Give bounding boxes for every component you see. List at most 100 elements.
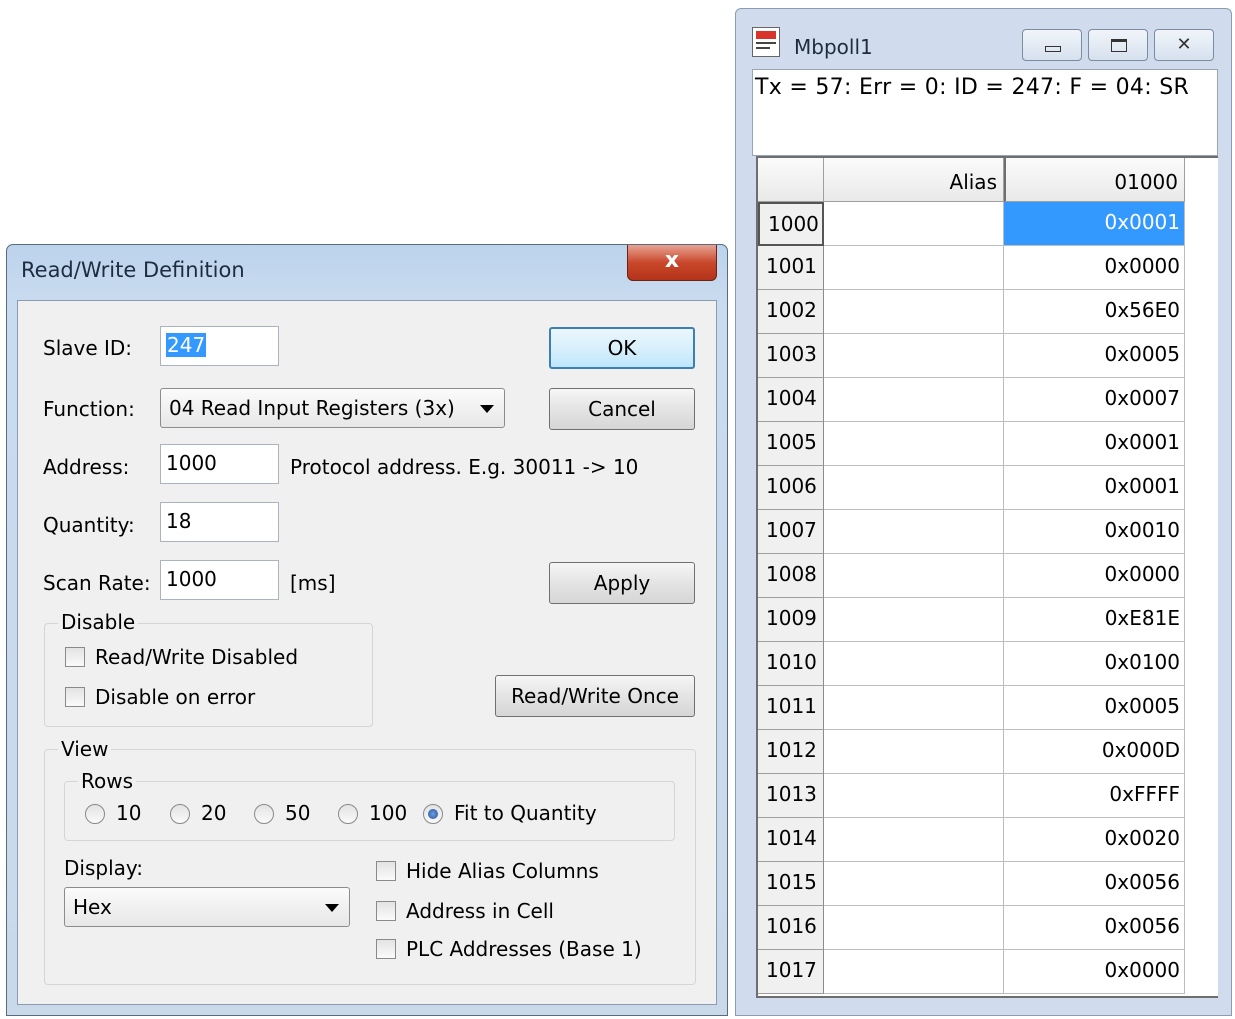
value-cell[interactable]: 0x0100: [1004, 642, 1185, 686]
minimize-icon: [1045, 46, 1061, 52]
value-cell[interactable]: 0x0000: [1004, 950, 1185, 994]
display-label: Display:: [64, 856, 144, 880]
value-cell[interactable]: 0xE81E: [1004, 598, 1185, 642]
disable-on-error-label: Disable on error: [95, 685, 256, 709]
alias-cell[interactable]: [824, 334, 1004, 378]
disable-on-error-checkbox[interactable]: [65, 687, 85, 707]
row-address[interactable]: 1003: [758, 334, 824, 378]
row-address[interactable]: 1000: [758, 202, 824, 246]
value-cell[interactable]: 0x0056: [1004, 906, 1185, 950]
row-address[interactable]: 1012: [758, 730, 824, 774]
display-select[interactable]: Hex: [64, 887, 350, 927]
apply-button[interactable]: Apply: [549, 562, 695, 604]
alias-cell[interactable]: [824, 422, 1004, 466]
value-cell[interactable]: 0x0000: [1004, 554, 1185, 598]
slave-id-field[interactable]: 247: [160, 326, 279, 366]
row-address[interactable]: 1017: [758, 950, 824, 994]
address-in-cell-label: Address in Cell: [406, 899, 554, 923]
dialog-client-area: Slave ID: 247 Function: 04 Read Input Re…: [17, 300, 717, 1005]
alias-cell[interactable]: [824, 950, 1004, 994]
minimize-button[interactable]: [1022, 29, 1082, 61]
hide-alias-columns-checkbox[interactable]: [376, 861, 396, 881]
row-address[interactable]: 1015: [758, 862, 824, 906]
close-button[interactable]: x: [627, 245, 717, 281]
row-address[interactable]: 1004: [758, 378, 824, 422]
address-field[interactable]: 1000: [160, 444, 279, 484]
quantity-label: Quantity:: [43, 513, 135, 537]
alias-cell[interactable]: [824, 466, 1004, 510]
rows-100-radio[interactable]: [338, 804, 358, 824]
rows-100-label: 100: [369, 801, 408, 825]
alias-cell[interactable]: [824, 906, 1004, 950]
status-panel: Tx = 57: Err = 0: ID = 247: F = 04: SR: [752, 69, 1218, 156]
read-write-once-button[interactable]: Read/Write Once: [495, 675, 695, 717]
alias-cell[interactable]: [824, 378, 1004, 422]
rows-10-label: 10: [116, 801, 142, 825]
row-address[interactable]: 1013: [758, 774, 824, 818]
restore-button[interactable]: [1088, 29, 1148, 61]
cancel-button[interactable]: Cancel: [549, 388, 695, 430]
plc-addresses-label: PLC Addresses (Base 1): [406, 937, 642, 961]
value-cell[interactable]: 0x0005: [1004, 686, 1185, 730]
alias-cell[interactable]: [824, 598, 1004, 642]
value-cell[interactable]: 0x000D: [1004, 730, 1185, 774]
rows-10-radio[interactable]: [85, 804, 105, 824]
row-address[interactable]: 1007: [758, 510, 824, 554]
alias-cell[interactable]: [824, 686, 1004, 730]
alias-cell[interactable]: [824, 290, 1004, 334]
alias-cell[interactable]: [824, 730, 1004, 774]
row-address[interactable]: 1016: [758, 906, 824, 950]
rows-20-radio[interactable]: [170, 804, 190, 824]
value-cell[interactable]: 0x0007: [1004, 378, 1185, 422]
function-select[interactable]: 04 Read Input Registers (3x): [160, 388, 505, 428]
alias-cell[interactable]: [824, 774, 1004, 818]
row-address[interactable]: 1009: [758, 598, 824, 642]
alias-cell[interactable]: [824, 246, 1004, 290]
row-address[interactable]: 1006: [758, 466, 824, 510]
row-address[interactable]: 1011: [758, 686, 824, 730]
restore-icon: [1111, 39, 1127, 52]
rows-50-radio[interactable]: [254, 804, 274, 824]
alias-cell[interactable]: [824, 510, 1004, 554]
value-cell[interactable]: 0x0000: [1004, 246, 1185, 290]
value-cell[interactable]: 0x0005: [1004, 334, 1185, 378]
document-icon: [752, 27, 780, 57]
row-address[interactable]: 1001: [758, 246, 824, 290]
window-close-button[interactable]: ✕: [1154, 29, 1214, 61]
row-address[interactable]: 1014: [758, 818, 824, 862]
value-cell[interactable]: 0x0056: [1004, 862, 1185, 906]
value-cell[interactable]: 0x56E0: [1004, 290, 1185, 334]
scan-rate-field[interactable]: 1000: [160, 560, 279, 600]
alias-cell[interactable]: [824, 862, 1004, 906]
function-label: Function:: [43, 397, 135, 421]
row-address[interactable]: 1010: [758, 642, 824, 686]
register-grid[interactable]: Alias 01000 1000 0x0001 1001 0x0000 1002 0x56…: [756, 156, 1218, 998]
alias-cell[interactable]: [824, 554, 1004, 598]
rows-fit-to-quantity-radio[interactable]: [423, 804, 443, 824]
value-cell[interactable]: 0x0010: [1004, 510, 1185, 554]
quantity-field[interactable]: 18: [160, 502, 279, 542]
address-label: Address:: [43, 455, 130, 479]
row-address[interactable]: 1002: [758, 290, 824, 334]
value-cell[interactable]: 0x0001: [1004, 422, 1185, 466]
alias-column-header[interactable]: Alias: [824, 158, 1004, 202]
value-cell[interactable]: 0xFFFF: [1004, 774, 1185, 818]
value-cell[interactable]: 0x0020: [1004, 818, 1185, 862]
row-address[interactable]: 1008: [758, 554, 824, 598]
scan-rate-unit: [ms]: [290, 571, 336, 595]
alias-cell[interactable]: [824, 202, 1004, 246]
ok-button[interactable]: OK: [549, 327, 695, 369]
address-in-cell-checkbox[interactable]: [376, 901, 396, 921]
dialog-title: Read/Write Definition: [21, 258, 245, 282]
disable-group: [44, 623, 373, 727]
value-cell[interactable]: 0x0001: [1004, 202, 1185, 246]
value-column-header[interactable]: 01000: [1004, 158, 1185, 202]
value-cell[interactable]: 0x0001: [1004, 466, 1185, 510]
plc-addresses-checkbox[interactable]: [376, 939, 396, 959]
read-write-disabled-checkbox[interactable]: [65, 647, 85, 667]
slave-id-value: 247: [166, 333, 207, 357]
alias-cell[interactable]: [824, 642, 1004, 686]
mbpoll-title: Mbpoll1: [794, 35, 873, 59]
alias-cell[interactable]: [824, 818, 1004, 862]
row-address[interactable]: 1005: [758, 422, 824, 466]
